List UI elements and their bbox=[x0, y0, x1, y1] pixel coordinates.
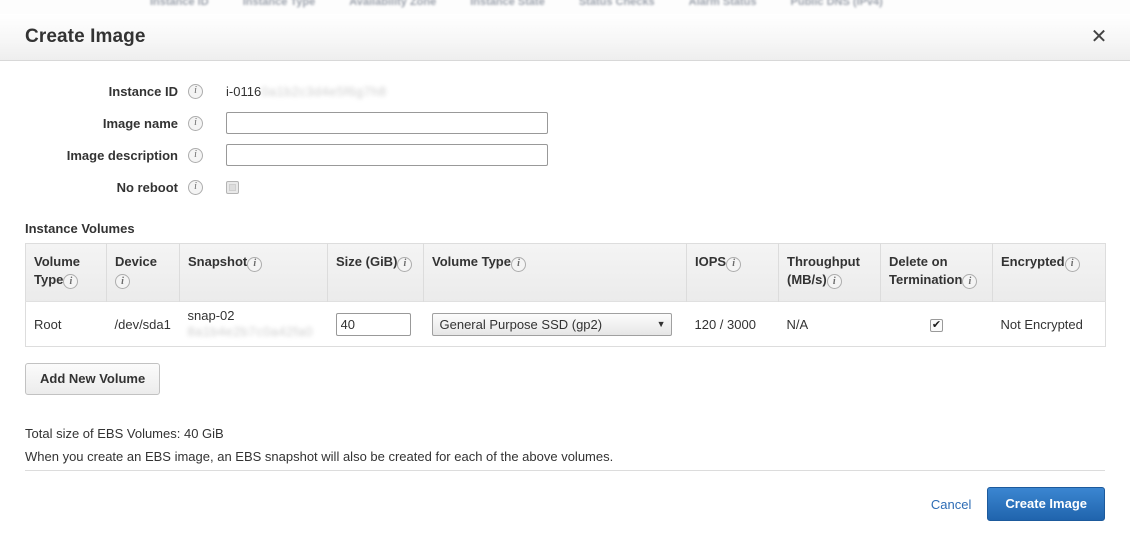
info-icon[interactable]: i bbox=[1064, 256, 1080, 272]
column-header-size-label: Size (GiB) bbox=[336, 254, 398, 269]
cancel-button[interactable]: Cancel bbox=[931, 497, 971, 512]
image-description-label: Image description bbox=[66, 147, 178, 163]
cell-snapshot-redacted: 8a1b4e2b7c0a42fa0 bbox=[187, 324, 313, 340]
snapshot-note-text: When you create an EBS image, an EBS sna… bbox=[25, 448, 614, 464]
image-name-input[interactable] bbox=[226, 112, 548, 134]
background-column-alarm-status: Alarm Status bbox=[688, 0, 757, 8]
table-row: Root /dev/sda1 snap-028a1b4e2b7c0a42fa0 … bbox=[25, 301, 1106, 347]
column-header-size: Size (GiB) i bbox=[327, 243, 424, 302]
column-header-delete-on-termination: Delete on Termination i bbox=[880, 243, 993, 302]
info-icon[interactable]: i bbox=[510, 256, 526, 272]
info-icon[interactable]: i bbox=[826, 274, 842, 290]
cell-volume-type: Root bbox=[25, 301, 107, 347]
cell-volume-type-select: General Purpose SSD (gp2) ▼ bbox=[423, 301, 687, 347]
cell-encrypted: Not Encrypted bbox=[992, 301, 1106, 347]
cell-size bbox=[327, 301, 424, 347]
no-reboot-label: No reboot bbox=[116, 179, 178, 195]
table-header-row: Volume Type i Devicei Snapshot i Size (GiB… bbox=[25, 243, 1106, 302]
instance-id-value-visible: i-0116 bbox=[226, 83, 262, 99]
instance-id-value-wrap: i-01160a1b2c3d4e5f6g7h8 bbox=[226, 84, 387, 99]
column-header-iops: IOPS i bbox=[686, 243, 779, 302]
background-column-public-dns: Public DNS (IPv4) bbox=[790, 0, 883, 8]
volume-type-select[interactable]: General Purpose SSD (gp2) ▼ bbox=[431, 312, 672, 336]
field-row-image-description: Image description i bbox=[25, 139, 1105, 171]
column-header-encrypted-label: Encrypted bbox=[1001, 254, 1065, 269]
background-page-strip: Instance ID Instance Type Availability Z… bbox=[0, 0, 1130, 15]
info-icon[interactable]: i bbox=[726, 256, 742, 272]
field-row-no-reboot: No reboot i bbox=[25, 171, 1105, 203]
column-header-device: Device i bbox=[106, 243, 180, 302]
instance-id-value-redacted: 0a1b2c3d4e5f6g7h8 bbox=[261, 83, 387, 99]
image-name-control bbox=[226, 112, 548, 134]
instance-volumes-table: Volume Type i Devicei Snapshot i Size (GiB… bbox=[25, 243, 1106, 348]
info-icon[interactable]: i bbox=[397, 256, 413, 272]
column-header-volume-type: Volume Type i bbox=[25, 243, 107, 302]
cell-device: /dev/sda1 bbox=[106, 301, 180, 347]
add-new-volume-button[interactable]: Add New Volume bbox=[25, 363, 161, 396]
column-header-encrypted: Encrypted i bbox=[993, 244, 1106, 302]
instance-id-value: i-01160a1b2c3d4e5f6g7h8 bbox=[226, 84, 387, 99]
volume-type-select-value: General Purpose SSD (gp2) bbox=[439, 316, 603, 332]
cell-snapshot: snap-028a1b4e2b7c0a42fa0 bbox=[179, 301, 328, 347]
background-column-instance-state: Instance State bbox=[470, 0, 545, 8]
info-icon[interactable]: i bbox=[962, 274, 978, 290]
background-column-instance-type: Instance Type bbox=[242, 0, 316, 8]
column-header-throughput: Throughput (MB/s) i bbox=[778, 243, 881, 302]
cell-iops: 120 / 3000 bbox=[686, 301, 779, 347]
volume-notes: Total size of EBS Volumes: 40 GiB When y… bbox=[25, 423, 1105, 468]
info-icon[interactable]: i bbox=[188, 115, 203, 131]
column-header-snapshot: Snapshot i bbox=[179, 243, 328, 302]
dialog-title: Create Image bbox=[25, 26, 146, 47]
image-description-control bbox=[226, 144, 548, 166]
volume-size-input[interactable] bbox=[335, 312, 411, 336]
instance-volumes-heading: Instance Volumes bbox=[25, 221, 135, 236]
chevron-down-icon: ▼ bbox=[656, 318, 666, 329]
total-size-text: Total size of EBS Volumes: 40 GiB bbox=[25, 426, 224, 442]
cell-throughput: N/A bbox=[778, 301, 881, 347]
background-column-availability-zone: Availability Zone bbox=[349, 0, 437, 8]
no-reboot-checkbox[interactable] bbox=[226, 180, 239, 194]
background-column-status-checks: Status Checks bbox=[578, 0, 655, 8]
info-icon[interactable]: i bbox=[247, 256, 263, 272]
instance-id-label: Instance ID bbox=[108, 83, 178, 99]
field-row-image-name: Image name i bbox=[25, 107, 1105, 139]
background-column-instance-id: Instance ID bbox=[150, 0, 209, 8]
info-icon[interactable]: i bbox=[115, 274, 130, 290]
field-row-instance-id: Instance ID i i-01160a1b2c3d4e5f6g7h8 bbox=[25, 75, 1105, 107]
column-header-throughput-label: Throughput (MB/s) bbox=[787, 254, 860, 287]
cell-delete-on-termination bbox=[880, 301, 993, 347]
background-table-header-row: Instance ID Instance Type Availability Z… bbox=[0, 0, 1130, 9]
info-icon[interactable]: i bbox=[188, 179, 203, 195]
column-header-device-label: Device bbox=[115, 254, 157, 269]
column-header-snapshot-label: Snapshot bbox=[188, 254, 248, 269]
info-icon[interactable]: i bbox=[188, 147, 203, 163]
column-header-volume-type-select: Volume Type i bbox=[423, 243, 687, 302]
dialog-body: Instance ID i i-01160a1b2c3d4e5f6g7h8 Im… bbox=[0, 61, 1130, 468]
column-header-iops-label: IOPS bbox=[695, 254, 727, 269]
info-icon[interactable]: i bbox=[188, 83, 203, 99]
create-image-dialog: Create Image ✕ Instance ID i i-01160a1b2… bbox=[0, 14, 1130, 537]
image-description-input[interactable] bbox=[226, 144, 548, 166]
no-reboot-control bbox=[226, 180, 239, 194]
cell-snapshot-visible: snap-02 bbox=[187, 308, 235, 324]
info-icon[interactable]: i bbox=[63, 274, 79, 290]
delete-on-termination-checkbox[interactable] bbox=[930, 319, 943, 333]
dialog-header: Create Image ✕ bbox=[0, 14, 1130, 61]
column-header-delete-on-termination-label: Delete on Termination bbox=[889, 254, 963, 287]
close-icon[interactable]: ✕ bbox=[1084, 22, 1114, 52]
image-name-label: Image name bbox=[102, 115, 178, 131]
column-header-volume-type-select-label: Volume Type bbox=[432, 254, 511, 269]
dialog-footer: Cancel Create Image bbox=[0, 471, 1130, 537]
create-image-button[interactable]: Create Image bbox=[987, 486, 1105, 522]
